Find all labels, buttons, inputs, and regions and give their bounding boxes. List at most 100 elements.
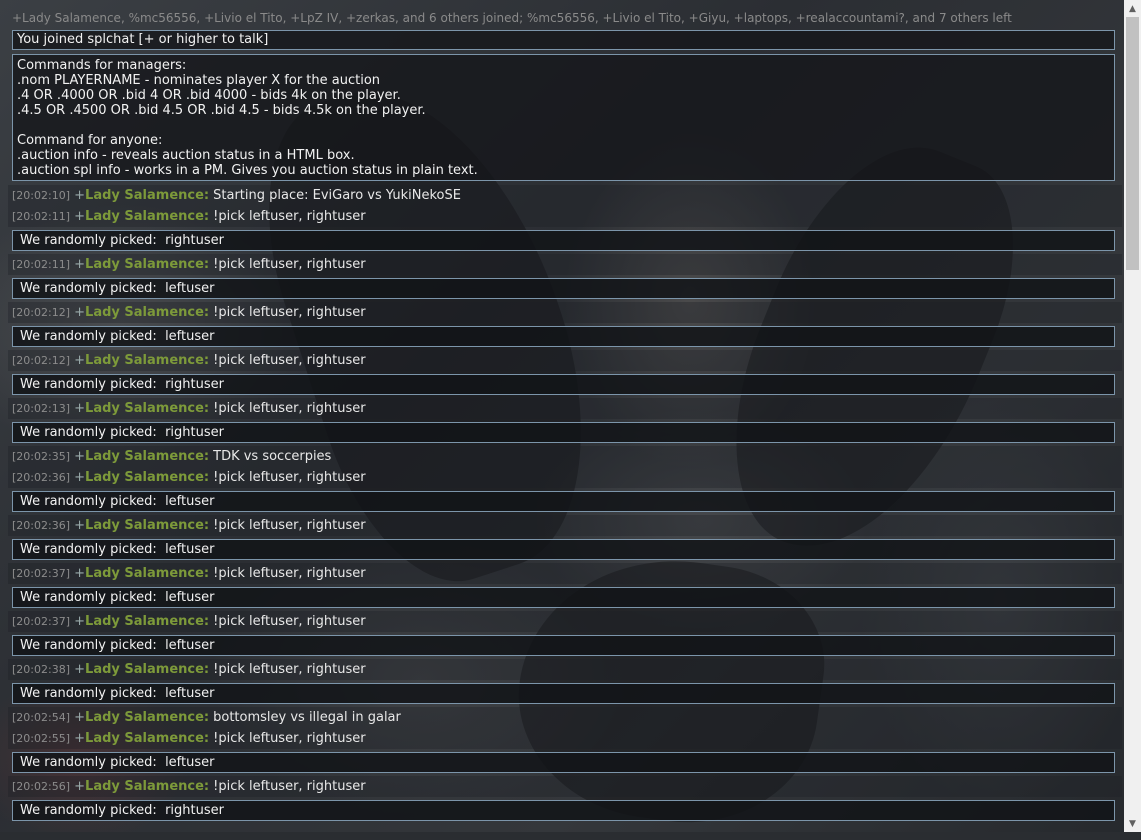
chat-message: [20:02:11] +Lady Salamence: !pick leftuse…: [8, 206, 1122, 227]
message-timestamp: [20:02:36]: [12, 471, 70, 484]
message-text: bottomsley vs illegal in galar: [213, 710, 401, 725]
pick-result-label: We randomly picked:: [20, 494, 166, 509]
message-timestamp: [20:02:10]: [12, 189, 70, 202]
triangle-up-icon[interactable]: ▲: [1124, 0, 1141, 17]
pick-result-value: leftuser: [165, 542, 215, 557]
pick-result-box: We randomly picked: leftuser: [12, 539, 1115, 560]
username-link[interactable]: Lady Salamence:: [85, 662, 209, 677]
username-link[interactable]: Lady Salamence:: [85, 710, 209, 725]
message-timestamp: [20:02:11]: [12, 210, 70, 223]
pick-result-label: We randomly picked:: [20, 377, 166, 392]
pick-result-value: leftuser: [165, 590, 215, 605]
pick-result-value: rightuser: [165, 803, 224, 818]
user-rank: +: [74, 731, 86, 746]
message-timestamp: [20:02:13]: [12, 402, 70, 415]
username-link[interactable]: Lady Salamence:: [85, 614, 209, 629]
joined-room-notice: You joined splchat [+ or higher to talk]: [12, 30, 1115, 50]
message-text: !pick leftuser, rightuser: [213, 305, 366, 320]
chat-message: [20:02:37] +Lady Salamence: !pick leftuse…: [8, 563, 1122, 584]
username-link[interactable]: Lady Salamence:: [85, 449, 209, 464]
command-line: .nom PLAYERNAME - nominates player X for…: [17, 73, 381, 88]
pick-result-label: We randomly picked:: [20, 233, 166, 248]
username-link[interactable]: Lady Salamence:: [85, 257, 209, 272]
message-text: !pick leftuser, rightuser: [213, 401, 366, 416]
user-rank: +: [74, 710, 86, 725]
chat-message: [20:02:36] +Lady Salamence: !pick leftuse…: [8, 467, 1122, 488]
chat-message: [20:02:36] +Lady Salamence: !pick leftuse…: [8, 515, 1122, 536]
chat-message: [20:02:56] +Lady Salamence: !pick leftuse…: [8, 776, 1122, 797]
chat-message: [20:02:12] +Lady Salamence: !pick leftuse…: [8, 302, 1122, 323]
username-link[interactable]: Lady Salamence:: [85, 731, 209, 746]
pick-result-value: leftuser: [165, 329, 215, 344]
pick-result-label: We randomly picked:: [20, 638, 166, 653]
username-link[interactable]: Lady Salamence:: [85, 188, 209, 203]
message-text: !pick leftuser, rightuser: [213, 614, 366, 629]
message-text: !pick leftuser, rightuser: [213, 209, 366, 224]
command-line: .4 OR .4000 OR .bid 4 OR .bid 4000 - bid…: [17, 88, 401, 103]
message-text: !pick leftuser, rightuser: [213, 566, 366, 581]
pick-result-box: We randomly picked: leftuser: [12, 683, 1115, 704]
user-rank: +: [74, 566, 86, 581]
vertical-scrollbar[interactable]: ▲ ▼: [1124, 0, 1141, 832]
user-rank: +: [74, 188, 86, 203]
pick-result-label: We randomly picked:: [20, 686, 166, 701]
message-text: !pick leftuser, rightuser: [213, 470, 366, 485]
pick-result-label: We randomly picked:: [20, 590, 166, 605]
message-timestamp: [20:02:12]: [12, 306, 70, 319]
chat-log[interactable]: +Lady Salamence, %mc56556, +Livio el Tit…: [8, 8, 1122, 832]
command-line: .4.5 OR .4500 OR .bid 4.5 OR .bid 4.5 - …: [17, 103, 426, 118]
username-link[interactable]: Lady Salamence:: [85, 779, 209, 794]
message-timestamp: [20:02:38]: [12, 663, 70, 676]
user-rank: +: [74, 470, 86, 485]
message-timestamp: [20:02:36]: [12, 519, 70, 532]
join-leave-notice: +Lady Salamence, %mc56556, +Livio el Tit…: [12, 11, 1012, 25]
pick-result-label: We randomly picked:: [20, 803, 166, 818]
message-timestamp: [20:02:37]: [12, 615, 70, 628]
pick-result-label: We randomly picked:: [20, 425, 166, 440]
chat-message: [20:02:13] +Lady Salamence: !pick leftuse…: [8, 398, 1122, 419]
pick-result-value: leftuser: [165, 686, 215, 701]
message-timestamp: [20:02:12]: [12, 354, 70, 367]
pick-result-value: rightuser: [165, 377, 224, 392]
message-text: !pick leftuser, rightuser: [213, 731, 366, 746]
pick-result-value: leftuser: [165, 281, 215, 296]
pick-result-box: We randomly picked: leftuser: [12, 326, 1115, 347]
message-text: !pick leftuser, rightuser: [213, 518, 366, 533]
message-list: [20:02:10] +Lady Salamence: Starting plac…: [8, 185, 1122, 821]
pick-result-value: rightuser: [165, 233, 224, 248]
username-link[interactable]: Lady Salamence:: [85, 401, 209, 416]
message-timestamp: [20:02:37]: [12, 567, 70, 580]
message-timestamp: [20:02:35]: [12, 450, 70, 463]
pick-result-value: leftuser: [165, 638, 215, 653]
user-rank: +: [74, 449, 86, 464]
chat-message: [20:02:11] +Lady Salamence: !pick leftuse…: [8, 254, 1122, 275]
message-text: !pick leftuser, rightuser: [213, 779, 366, 794]
username-link[interactable]: Lady Salamence:: [85, 209, 209, 224]
command-line: .auction info - reveals auction status i…: [17, 148, 355, 163]
username-link[interactable]: Lady Salamence:: [85, 470, 209, 485]
username-link[interactable]: Lady Salamence:: [85, 518, 209, 533]
user-rank: +: [74, 518, 86, 533]
message-text: !pick leftuser, rightuser: [213, 353, 366, 368]
triangle-down-icon[interactable]: ▼: [1124, 815, 1141, 832]
pick-result-value: leftuser: [165, 755, 215, 770]
message-timestamp: [20:02:11]: [12, 258, 70, 271]
scrollbar-thumb[interactable]: [1126, 17, 1139, 270]
pick-result-label: We randomly picked:: [20, 329, 166, 344]
pick-result-value: rightuser: [165, 425, 224, 440]
command-line: .auction spl info - works in a PM. Gives…: [17, 163, 478, 178]
username-link[interactable]: Lady Salamence:: [85, 305, 209, 320]
chat-message: [20:02:55] +Lady Salamence: !pick leftuse…: [8, 728, 1122, 749]
username-link[interactable]: Lady Salamence:: [85, 566, 209, 581]
username-link[interactable]: Lady Salamence:: [85, 353, 209, 368]
message-text: Starting place: EviGaro vs YukiNekoSE: [213, 188, 461, 203]
message-timestamp: [20:02:55]: [12, 732, 70, 745]
chat-message: [20:02:10] +Lady Salamence: Starting plac…: [8, 185, 1122, 206]
user-rank: +: [74, 353, 86, 368]
command-line: Command for anyone:: [17, 133, 163, 148]
message-timestamp: [20:02:54]: [12, 711, 70, 724]
pick-result-label: We randomly picked:: [20, 542, 166, 557]
message-text: !pick leftuser, rightuser: [213, 662, 366, 677]
pick-result-box: We randomly picked: leftuser: [12, 278, 1115, 299]
pick-result-box: We randomly picked: leftuser: [12, 635, 1115, 656]
